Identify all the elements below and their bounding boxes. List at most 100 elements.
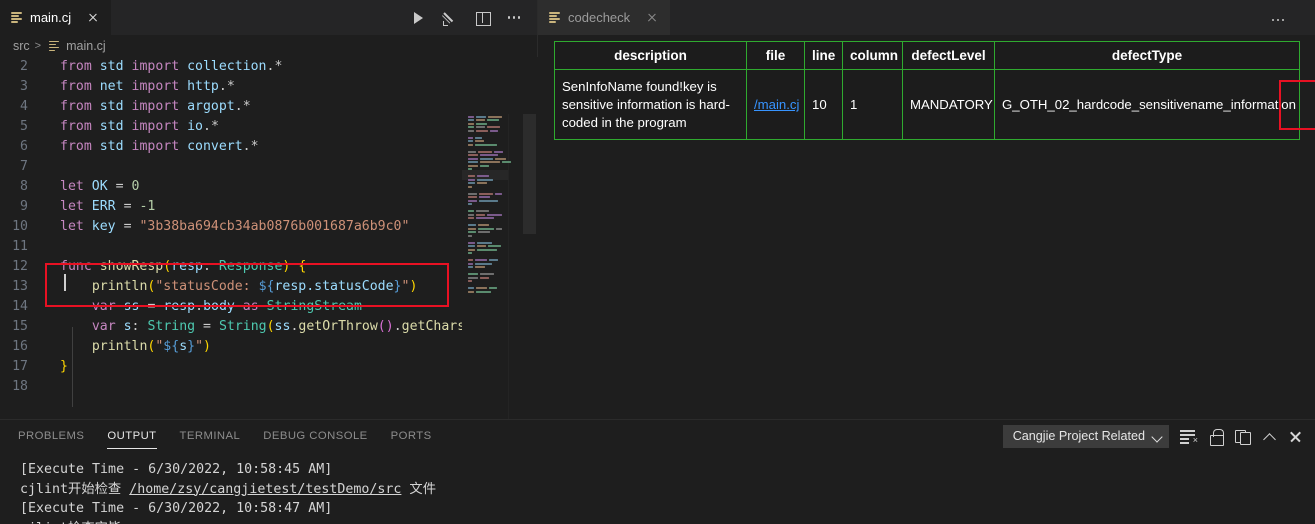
code-editor[interactable]: 2from std import collection.*3from net i…: [0, 57, 538, 419]
code-line: 6from std import convert.*: [0, 137, 462, 157]
text-cursor: [64, 274, 66, 291]
code-text[interactable]: from std import convert.*: [40, 137, 462, 157]
code-text[interactable]: }: [40, 357, 462, 377]
code-text[interactable]: let ERR = -1: [40, 197, 462, 217]
close-icon[interactable]: [85, 10, 101, 26]
column-header-line[interactable]: line: [805, 42, 843, 70]
code-text[interactable]: println("${s}"): [40, 337, 462, 357]
column-header-defectlevel[interactable]: defectLevel: [903, 42, 995, 70]
code-text[interactable]: from std import collection.*: [40, 57, 462, 77]
play-icon[interactable]: [409, 9, 427, 27]
breadcrumb-file[interactable]: main.cj: [66, 39, 106, 53]
cell-defectlevel: MANDATORY: [903, 70, 995, 140]
output-channel-value: Cangjie Project Related: [1013, 429, 1145, 443]
line-number: 15: [0, 317, 40, 337]
code-text[interactable]: from std import io.*: [40, 117, 462, 137]
console-text: 文件: [401, 482, 436, 497]
unlock-icon[interactable]: [1209, 428, 1224, 445]
code-line: 9let ERR = -1: [0, 197, 462, 217]
panel-tab-debug-console[interactable]: DEBUG CONSOLE: [263, 420, 367, 452]
panel-tab-label: TERMINAL: [180, 430, 241, 442]
column-header-description[interactable]: description: [555, 42, 747, 70]
file-link[interactable]: /main.cj: [754, 97, 799, 112]
code-line: 16 println("${s}"): [0, 337, 462, 357]
output-console[interactable]: [Execute Time - 6/30/2022, 10:58:45 AM] c…: [0, 452, 1315, 524]
console-line: [Execute Time - 6/30/2022, 10:58:45 AM]: [20, 460, 1315, 480]
code-text[interactable]: [40, 157, 462, 177]
line-number: 13: [0, 277, 40, 297]
cell-description: SenInfoName found!key is sensitive infor…: [555, 70, 747, 140]
console-line: cjlint检查完毕: [20, 519, 1315, 524]
console-line: [Execute Time - 6/30/2022, 10:58:47 AM]: [20, 499, 1315, 519]
panel-tab-problems[interactable]: PROBLEMS: [18, 420, 84, 452]
panel-tab-ports[interactable]: PORTS: [391, 420, 432, 452]
line-number: 11: [0, 237, 40, 257]
vscode-window: main.cj src > main.cj 2from std import c…: [0, 0, 1315, 524]
line-number: 14: [0, 297, 40, 317]
column-header-file[interactable]: file: [747, 42, 805, 70]
line-number: 8: [0, 177, 40, 197]
chevron-up-icon[interactable]: [1262, 429, 1277, 444]
panel-tab-terminal[interactable]: TERMINAL: [180, 420, 241, 452]
code-text[interactable]: func showResp(resp: Response) {: [40, 257, 462, 277]
minimap-overview-ruler: [508, 114, 522, 419]
line-number: 18: [0, 377, 40, 397]
code-line: 18: [0, 377, 462, 397]
cell-file: /main.cj: [747, 70, 805, 140]
close-icon[interactable]: [1288, 429, 1303, 444]
code-text[interactable]: [40, 377, 462, 397]
scrollbar-thumb[interactable]: [523, 114, 536, 234]
console-path-link[interactable]: /home/zsy/cangjietest/testDemo/src: [129, 482, 401, 497]
code-text[interactable]: let OK = 0: [40, 177, 462, 197]
code-line: 4from std import argopt.*: [0, 97, 462, 117]
panel-actions: Cangjie Project Related ×: [1003, 425, 1315, 448]
panel-tab-output[interactable]: OUTPUT: [107, 420, 156, 452]
line-number: 3: [0, 77, 40, 97]
column-header-defecttype[interactable]: defectType: [995, 42, 1300, 70]
code-text[interactable]: let key = "3b38ba694cb34ab0876b001687a6b…: [40, 217, 462, 237]
code-line: 15 var s: String = String(ss.getOrThrow(…: [0, 317, 462, 337]
code-line: 5from std import io.*: [0, 117, 462, 137]
panel-tab-label: PORTS: [391, 430, 432, 442]
tab-label: codecheck: [568, 10, 630, 25]
editor-split-area: main.cj src > main.cj 2from std import c…: [0, 0, 1315, 419]
codecheck-toolbar: [1269, 11, 1301, 29]
code-text[interactable]: [40, 237, 462, 257]
chevron-right-icon: >: [35, 40, 41, 52]
output-channel-select[interactable]: Cangjie Project Related: [1003, 425, 1169, 448]
ellipsis-icon[interactable]: [505, 9, 523, 27]
code-text[interactable]: println("statusCode: ${resp.statusCode}"…: [40, 277, 462, 297]
panel-tab-label: PROBLEMS: [18, 430, 84, 442]
editor-scrollbar[interactable]: [522, 114, 538, 419]
code-text[interactable]: var s: String = String(ss.getOrThrow().g…: [40, 317, 462, 337]
minimap[interactable]: [462, 114, 522, 419]
tab-codecheck[interactable]: codecheck: [538, 0, 670, 35]
split-editor-icon[interactable]: [473, 9, 491, 27]
code-text[interactable]: from std import argopt.*: [40, 97, 462, 117]
file-lines-icon: [11, 11, 24, 24]
editor-tab-bar: main.cj: [0, 0, 537, 35]
ellipsis-icon[interactable]: [1269, 11, 1287, 29]
panel-tab-label: DEBUG CONSOLE: [263, 430, 367, 442]
editor-pane: main.cj src > main.cj 2from std import c…: [0, 0, 538, 419]
tab-label: main.cj: [30, 10, 71, 25]
code-line: 14 var ss = resp.body as StringStream: [0, 297, 462, 317]
line-number: 2: [0, 57, 40, 77]
code-text[interactable]: from net import http.*: [40, 77, 462, 97]
tab-main-cj[interactable]: main.cj: [0, 0, 111, 35]
pencil-icon[interactable]: [441, 9, 459, 27]
code-line: 13 println("statusCode: ${resp.statusCod…: [0, 277, 462, 297]
console-text: cjlint开始检查: [20, 482, 129, 497]
copy-icon[interactable]: [1235, 428, 1251, 445]
code-line: 17}: [0, 357, 462, 377]
close-icon[interactable]: [644, 10, 660, 26]
bottom-panel: PROBLEMS OUTPUT TERMINAL DEBUG CONSOLE PORTS…: [0, 419, 1315, 524]
code-line: 12func showResp(resp: Response) {: [0, 257, 462, 277]
code-lines: 2from std import collection.*3from net i…: [0, 57, 462, 419]
column-header-column[interactable]: column: [843, 42, 903, 70]
code-text[interactable]: var ss = resp.body as StringStream: [40, 297, 462, 317]
line-number: 6: [0, 137, 40, 157]
code-line: 11: [0, 237, 462, 257]
breadcrumb-root[interactable]: src: [13, 39, 30, 53]
clear-output-icon[interactable]: ×: [1180, 428, 1198, 444]
